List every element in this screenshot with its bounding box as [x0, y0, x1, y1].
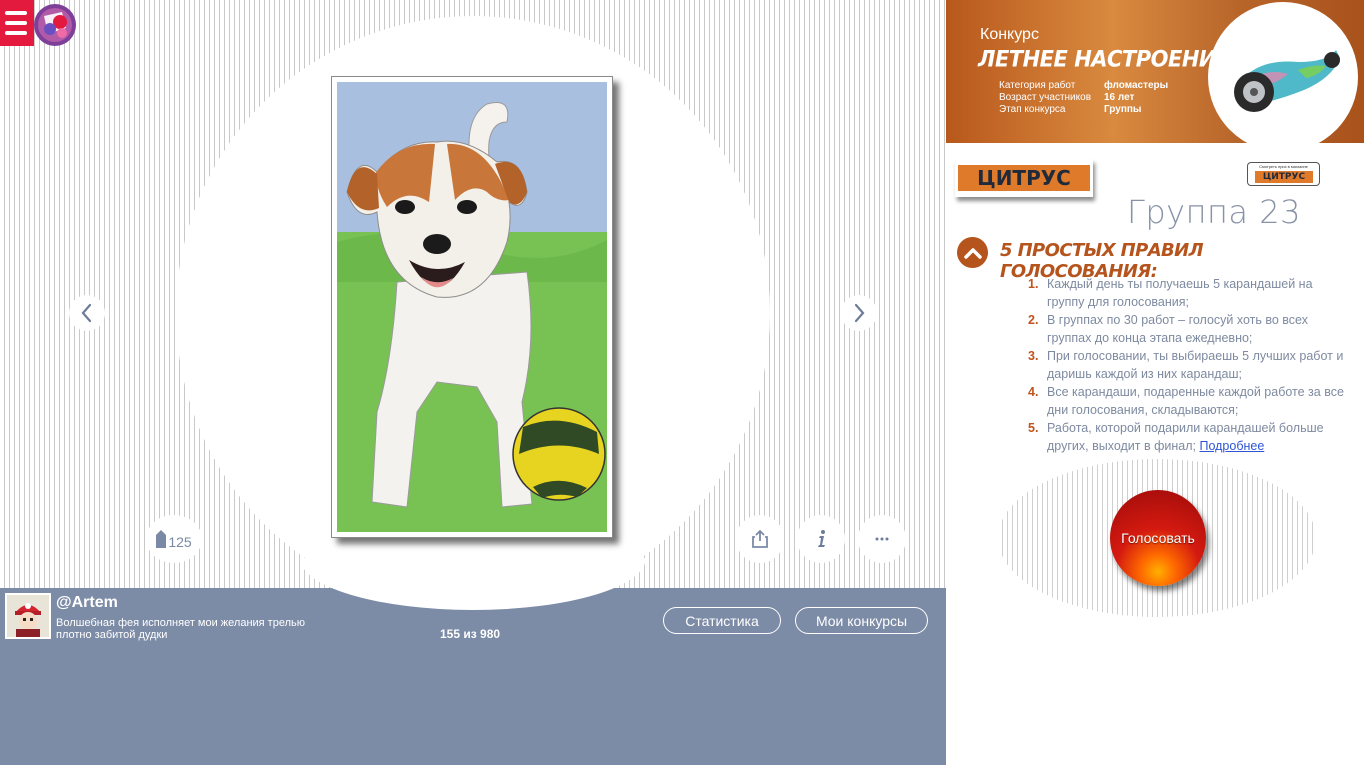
artwork-stage: 125	[0, 0, 946, 588]
rule-number: 1.	[1028, 277, 1039, 291]
pencil-counter[interactable]: 125	[146, 515, 202, 563]
chevron-up-icon	[963, 247, 982, 259]
menu-button[interactable]	[0, 0, 78, 46]
chevron-right-icon	[854, 303, 865, 323]
prize-hoverboard-image	[1234, 50, 1340, 112]
info-value: Группы	[1104, 104, 1142, 115]
pencil-icon	[156, 530, 167, 548]
sponsor-name: ЦИТРУС	[958, 165, 1090, 191]
info-button[interactable]	[797, 515, 845, 563]
next-artwork-button[interactable]	[841, 295, 877, 331]
hamburger-icon[interactable]	[0, 0, 34, 46]
contest-banner[interactable]: Конкурс ЛЕТНЕЕ НАСТРОЕНИЕ Категория рабо…	[946, 0, 1364, 143]
app-logo[interactable]	[32, 2, 78, 48]
artwork-image[interactable]	[337, 82, 607, 532]
more-details-link[interactable]: Подробнее	[1199, 439, 1264, 453]
rules-list: 1. Каждый день ты получаешь 5 карандашей …	[1028, 275, 1353, 455]
info-icon	[818, 530, 825, 547]
rule-text: При голосовании, ты выбираешь 5 лучших р…	[1047, 349, 1344, 381]
sponsor-logo[interactable]: ЦИТРУС	[955, 159, 1093, 197]
info-key: Этап конкурса	[999, 104, 1066, 115]
my-contests-button[interactable]: Мои конкурсы	[795, 607, 928, 634]
more-dots-icon	[875, 537, 889, 541]
share-icon	[752, 529, 768, 548]
info-value: 16 лет	[1104, 92, 1135, 103]
info-value: фломастеры	[1104, 80, 1169, 91]
artwork-rank: 155 из 980	[440, 627, 501, 641]
rule-number: 3.	[1028, 349, 1039, 363]
contest-title: ЛЕТНЕЕ НАСТРОЕНИЕ	[978, 46, 1230, 72]
view-prize-in-store-link[interactable]: Смотреть приз в магазине ЦИТРУС	[1247, 162, 1320, 186]
rule-item: 4. Все карандаши, подаренные каждой работ…	[1028, 383, 1353, 419]
rule-text: Все карандаши, подаренные каждой работе …	[1047, 385, 1344, 417]
rules-collapse-button[interactable]	[957, 237, 988, 268]
rule-text: Каждый день ты получаешь 5 карандашей на…	[1047, 277, 1313, 309]
avatar[interactable]	[5, 593, 51, 639]
avatar-image	[7, 595, 49, 637]
author-bar: @Artem Волшебная фея исполняет мои желан…	[0, 588, 946, 765]
rule-item: 1. Каждый день ты получаешь 5 карандашей …	[1028, 275, 1353, 311]
author-bio: Волшебная фея исполняет мои желания трел…	[56, 617, 305, 641]
contest-label: Конкурс	[980, 26, 1039, 43]
rule-number: 5.	[1028, 421, 1039, 435]
info-key: Категория работ	[999, 80, 1076, 91]
rule-item: 5. Работа, которой подарили карандашей бо…	[1028, 419, 1353, 455]
rule-item: 2. В группах по 30 работ – голосуй хоть в…	[1028, 311, 1353, 347]
view-prize-caption: Смотреть приз в магазине	[1259, 164, 1308, 169]
chevron-left-icon	[81, 303, 92, 323]
share-button[interactable]	[736, 515, 784, 563]
rule-item: 3. При голосовании, ты выбираешь 5 лучших…	[1028, 347, 1353, 383]
group-title: Группа 23	[1127, 193, 1301, 231]
pencil-count: 125	[168, 534, 192, 550]
sponsor-small-name: ЦИТРУС	[1255, 171, 1313, 183]
more-options-button[interactable]	[858, 515, 906, 563]
statistics-button[interactable]: Статистика	[663, 607, 781, 634]
artwork-frame[interactable]	[331, 76, 613, 538]
previous-artwork-button[interactable]	[69, 295, 105, 331]
rule-text: Работа, которой подарили карандашей боль…	[1047, 421, 1324, 453]
info-key: Возраст участников	[999, 92, 1092, 103]
vote-button[interactable]: Голосовать	[1110, 490, 1206, 586]
rule-text: В группах по 30 работ – голосуй хоть во …	[1047, 313, 1308, 345]
rule-number: 4.	[1028, 385, 1039, 399]
author-username[interactable]: @Artem	[56, 594, 118, 612]
rule-number: 2.	[1028, 313, 1039, 327]
